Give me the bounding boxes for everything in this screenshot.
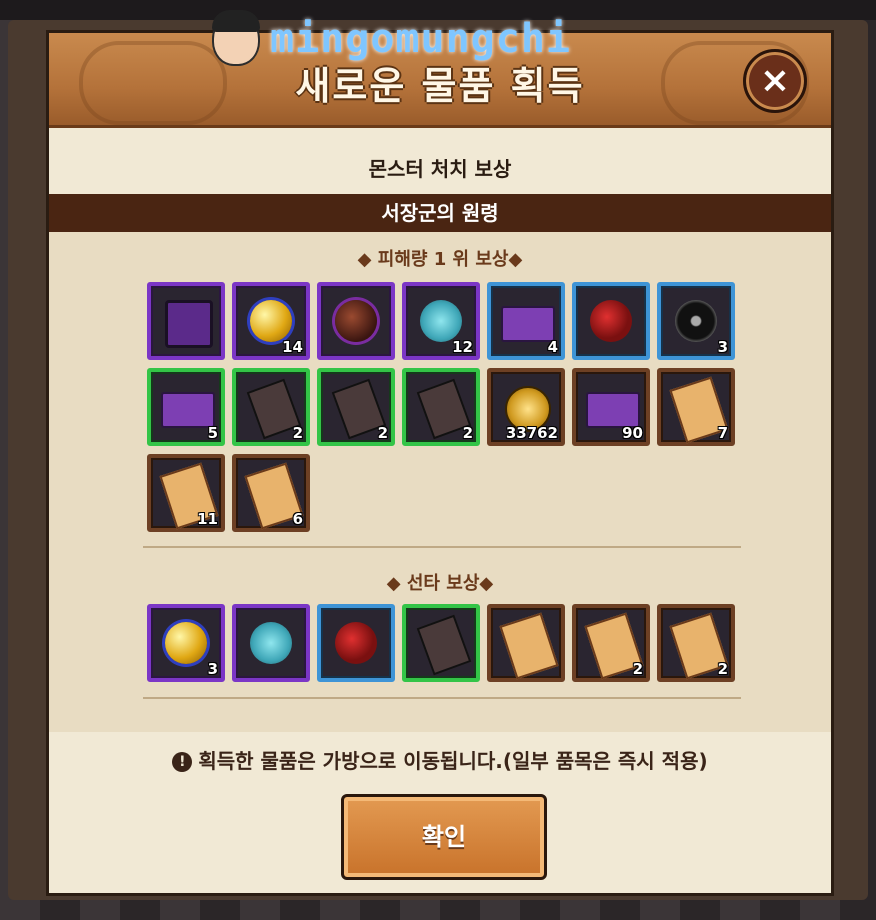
reward-item-slot[interactable] xyxy=(232,604,310,682)
section-divider xyxy=(143,697,741,699)
top-damage-reward-grid: 14 12 4 3 5 2 2 2 33762 90 7 11 6 xyxy=(147,282,735,532)
item-quantity: 33762 xyxy=(505,424,558,442)
item-quantity: 14 xyxy=(282,338,303,356)
reward-item-slot[interactable] xyxy=(317,282,395,360)
reward-item-slot[interactable] xyxy=(572,282,650,360)
reward-item-slot[interactable]: 2 xyxy=(657,604,735,682)
reward-subtitle: 몬스터 처치 보상 xyxy=(368,157,512,181)
purple-box-icon xyxy=(161,392,215,428)
item-quantity: 90 xyxy=(622,424,643,442)
reward-item-slot[interactable]: 3 xyxy=(657,282,735,360)
section-divider xyxy=(143,546,741,548)
reward-item-slot[interactable] xyxy=(487,604,565,682)
gold-orb-icon xyxy=(250,300,292,342)
black-ring-icon xyxy=(675,300,717,342)
item-quantity: 5 xyxy=(207,424,218,442)
scroll-dagger-icon xyxy=(499,612,559,680)
red-cloud-icon xyxy=(335,622,377,664)
red-cloud-icon xyxy=(590,300,632,342)
notice-icon: ! xyxy=(172,752,193,772)
reward-item-slot[interactable]: 2 xyxy=(317,368,395,446)
reward-item-slot[interactable]: 2 xyxy=(402,368,480,446)
item-quantity: 2 xyxy=(632,660,643,678)
confirm-button[interactable]: 확인 xyxy=(341,794,547,880)
reward-item-slot[interactable] xyxy=(317,604,395,682)
reward-item-slot[interactable] xyxy=(402,604,480,682)
notice-text: 획득한 물품은 가방으로 이동됩니다.(일부 품목은 즉시 적용) xyxy=(198,749,708,773)
item-quantity: 3 xyxy=(717,338,728,356)
reward-item-slot[interactable]: 4 xyxy=(487,282,565,360)
reward-item-slot[interactable]: 12 xyxy=(402,282,480,360)
item-quantity: 11 xyxy=(197,510,218,528)
item-quantity: 2 xyxy=(292,424,303,442)
watermark-avatar-icon xyxy=(212,10,260,66)
cyan-coin-icon xyxy=(420,300,462,342)
notice: ! 획득한 물품은 가방으로 이동됩니다.(일부 품목은 즉시 적용) xyxy=(49,745,831,774)
reward-item-slot[interactable]: 90 xyxy=(572,368,650,446)
reward-item-slot[interactable]: 3 xyxy=(147,604,225,682)
boss-name: 서장군의 원령 xyxy=(49,194,831,232)
reward-item-slot[interactable]: 2 xyxy=(572,604,650,682)
cyan-coin-icon xyxy=(250,622,292,664)
watermark: mingomungchi xyxy=(212,10,571,66)
close-button[interactable]: × xyxy=(743,49,807,113)
reward-item-slot[interactable]: 14 xyxy=(232,282,310,360)
item-quantity: 4 xyxy=(547,338,558,356)
item-quantity: 2 xyxy=(717,660,728,678)
reward-item-slot[interactable] xyxy=(147,282,225,360)
reward-dialog: 새로운 물품 획득 × 몬스터 처치 보상 서장군의 원령 ◆ 피해량 1 위 … xyxy=(46,30,834,896)
gold-orb-icon xyxy=(165,622,207,664)
purple-box-icon xyxy=(586,392,640,428)
item-quantity: 12 xyxy=(452,338,473,356)
item-quantity: 2 xyxy=(377,424,388,442)
watermark-text: mingomungchi xyxy=(270,16,571,62)
section-title-top-damage: ◆ 피해량 1 위 보상◆ xyxy=(357,249,523,270)
close-icon: × xyxy=(759,60,791,101)
reward-item-slot[interactable]: 6 xyxy=(232,454,310,532)
item-quantity: 3 xyxy=(207,660,218,678)
item-quantity: 6 xyxy=(292,510,303,528)
reward-item-slot[interactable]: 7 xyxy=(657,368,735,446)
card-bone-icon xyxy=(416,614,472,676)
item-quantity: 2 xyxy=(462,424,473,442)
section-title-first-hit: ◆ 선타 보상◆ xyxy=(386,573,494,594)
reward-item-slot[interactable]: 33762 xyxy=(487,368,565,446)
reward-item-slot[interactable]: 11 xyxy=(147,454,225,532)
first-hit-reward-grid: 3 2 2 xyxy=(147,604,735,682)
item-quantity: 7 xyxy=(717,424,728,442)
reward-item-slot[interactable]: 5 xyxy=(147,368,225,446)
reward-item-slot[interactable]: 2 xyxy=(232,368,310,446)
dark-orb-icon xyxy=(335,300,377,342)
purple-box-icon xyxy=(501,306,555,342)
purple-chest-icon xyxy=(165,300,213,348)
